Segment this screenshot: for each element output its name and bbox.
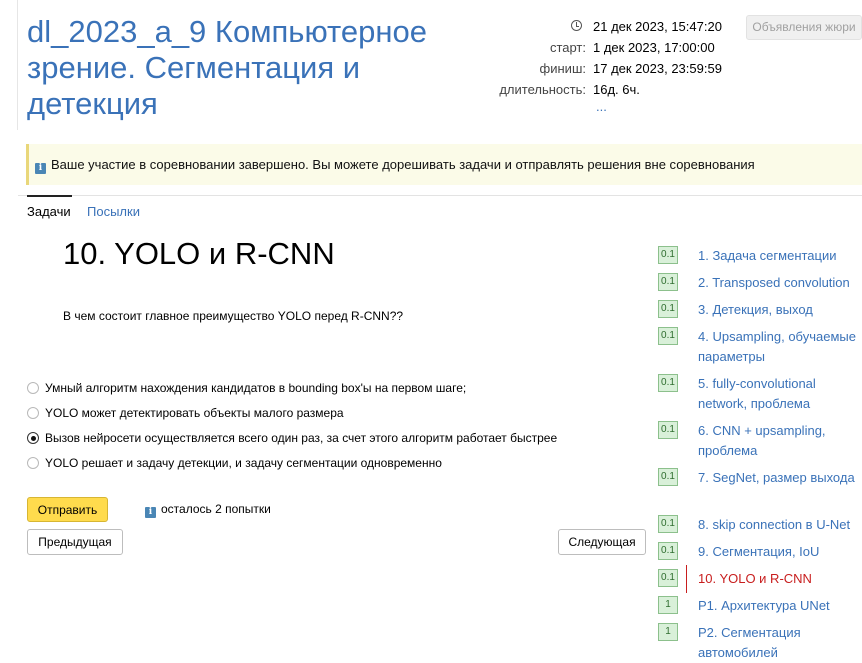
- tabs-divider: [18, 195, 862, 196]
- previous-button[interactable]: Предыдущая: [27, 529, 123, 555]
- answer-option-label[interactable]: YOLO решает и задачу детекции, и задачу …: [45, 456, 442, 470]
- radio-button[interactable]: [27, 382, 39, 394]
- radio-button[interactable]: [27, 407, 39, 419]
- score-badge: 0.1: [658, 246, 678, 264]
- answer-option-label[interactable]: Умный алгоритм нахождения кандидатов в b…: [45, 381, 466, 395]
- problem-link[interactable]: 4. Upsampling, обучаемые параметры: [698, 327, 862, 367]
- score-badge: 0.1: [658, 374, 678, 392]
- more-link[interactable]: ...: [596, 99, 607, 114]
- question-text: В чем состоит главное преимущество YOLO …: [63, 309, 404, 323]
- score-badge: 0.1: [658, 421, 678, 439]
- problem-link[interactable]: 8. skip connection в U-Net: [698, 515, 862, 535]
- active-indicator: [686, 565, 687, 593]
- answer-option-label[interactable]: Вызов нейросети осуществляется всего оди…: [45, 431, 557, 445]
- problem-link[interactable]: 2. Transposed convolution: [698, 273, 862, 293]
- score-badge: 0.1: [658, 468, 678, 486]
- score-badge: 0.1: [658, 273, 678, 291]
- info-icon: i: [35, 163, 46, 174]
- score-badge: 0.1: [658, 327, 678, 345]
- problem-link[interactable]: 6. CNN + upsampling, проблема: [698, 421, 862, 461]
- tab-active-indicator: [27, 195, 72, 197]
- score-badge: 1: [658, 623, 678, 641]
- score-badge: 1: [658, 596, 678, 614]
- finish-value: 17 дек 2023, 23:59:59: [593, 61, 722, 76]
- score-badge: 0.1: [658, 542, 678, 560]
- problem-link[interactable]: P1. Архитектура UNet: [698, 596, 862, 616]
- problem-link[interactable]: P2. Сегментация автомобилей: [698, 623, 862, 663]
- score-badge: 0.1: [658, 569, 678, 587]
- radio-button-selected[interactable]: [27, 432, 39, 444]
- tab-problems[interactable]: Задачи: [27, 204, 71, 219]
- contest-title: dl_2023_a_9 Компьютерное зрение. Сегмент…: [27, 14, 427, 121]
- header-divider: [17, 0, 18, 130]
- problem-link[interactable]: 7. SegNet, размер выхода: [698, 468, 862, 488]
- problem-link[interactable]: 5. fully-convolutional network, проблема: [698, 374, 862, 414]
- jury-announcements-button[interactable]: Объявления жюри: [746, 15, 862, 40]
- next-button[interactable]: Следующая: [558, 529, 646, 555]
- now-value: 21 дек 2023, 15:47:20: [593, 19, 722, 34]
- problem-link[interactable]: 10. YOLO и R-CNN: [698, 569, 862, 589]
- radio-button[interactable]: [27, 457, 39, 469]
- attempts-text: осталось 2 попытки: [161, 502, 271, 516]
- attempts-info: i осталось 2 попытки: [145, 502, 271, 518]
- finish-label: финиш:: [539, 61, 586, 76]
- start-value: 1 дек 2023, 17:00:00: [593, 40, 715, 55]
- duration-value: 16д. 6ч.: [593, 82, 640, 97]
- problem-link[interactable]: 3. Детекция, выход: [698, 300, 862, 320]
- problem-link[interactable]: 9. Сегментация, IoU: [698, 542, 862, 562]
- answer-option-label[interactable]: YOLO может детектировать объекты малого …: [45, 406, 344, 420]
- problem-title: 10. YOLO и R-CNN: [63, 236, 335, 271]
- clock-icon: [571, 20, 582, 31]
- notice-banner: i Ваше участие в соревновании завершено. …: [26, 144, 862, 185]
- duration-label: длительность:: [499, 82, 586, 97]
- info-icon: i: [145, 507, 156, 518]
- score-badge: 0.1: [658, 515, 678, 533]
- start-label: старт:: [549, 40, 586, 55]
- notice-text: Ваше участие в соревновании завершено. В…: [51, 157, 755, 172]
- score-badge: 0.1: [658, 300, 678, 318]
- submit-button[interactable]: Отправить: [27, 497, 108, 522]
- tab-submissions[interactable]: Посылки: [87, 204, 140, 219]
- problem-link[interactable]: 1. Задача сегментации: [698, 246, 862, 266]
